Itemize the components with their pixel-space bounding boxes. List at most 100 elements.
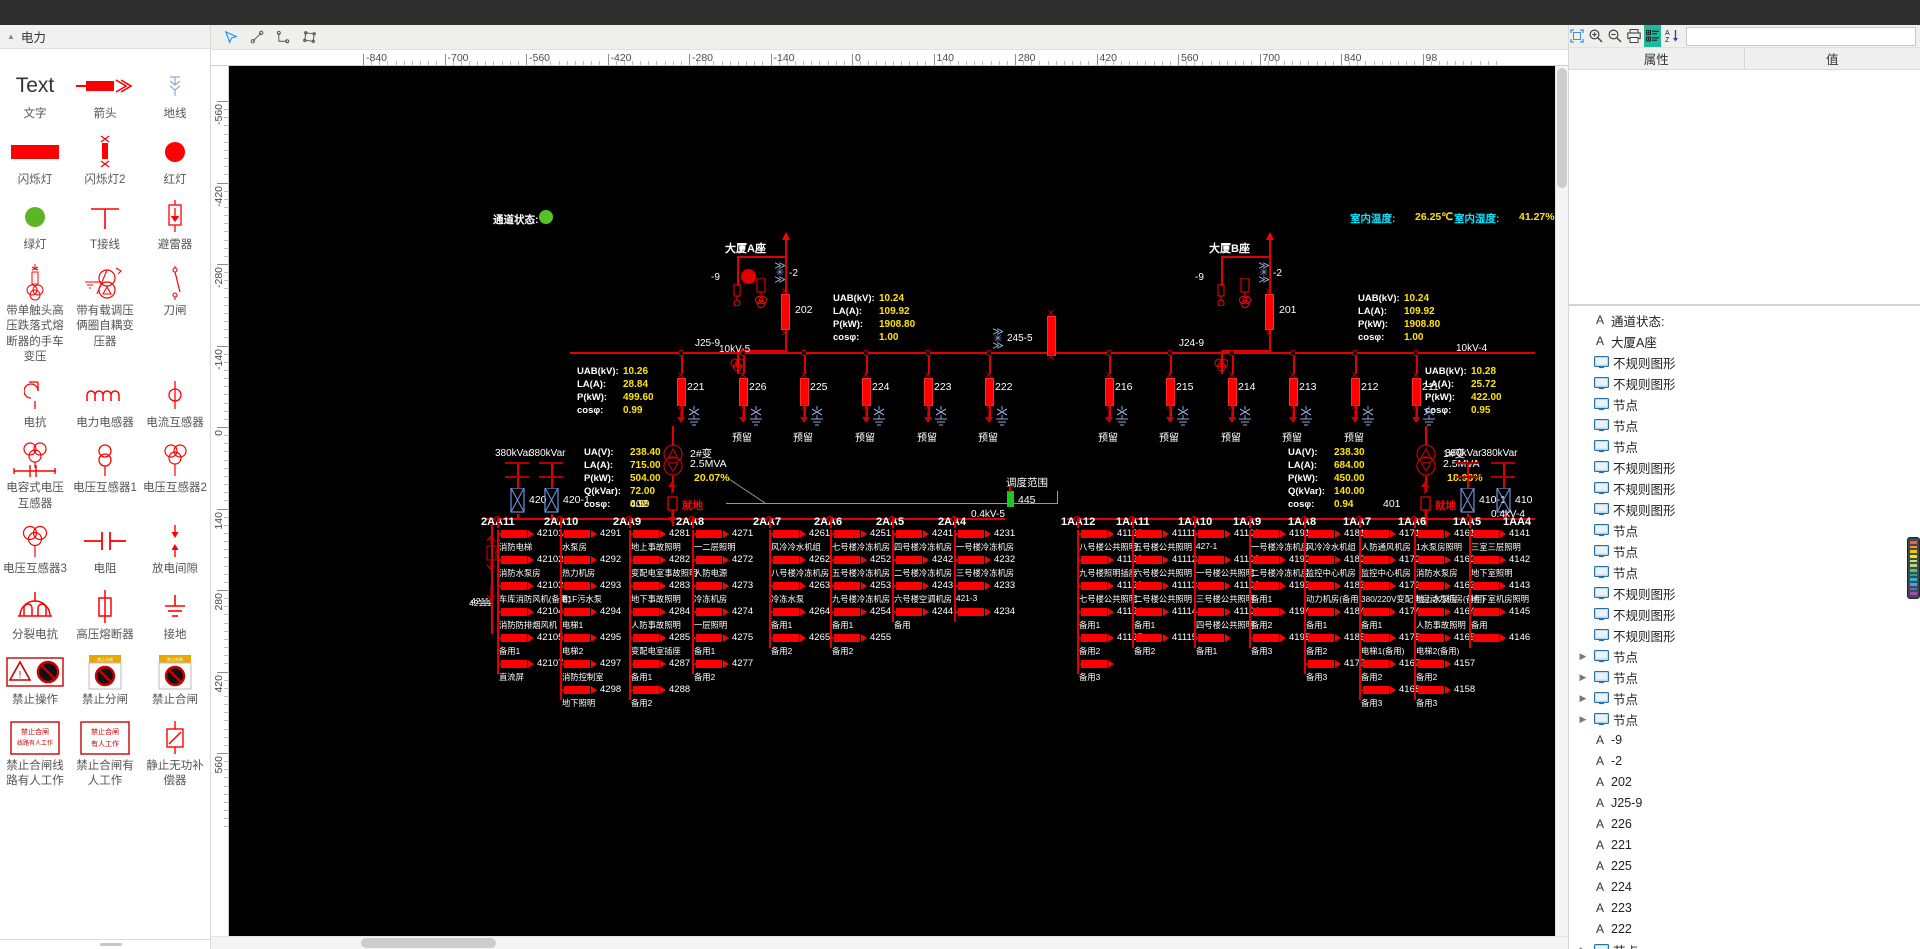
panel-breaker-block[interactable] <box>1081 634 1107 642</box>
palette-item-autotransformer[interactable]: 带有载调压俩圈自耦变压器 <box>70 258 140 370</box>
panel-breaker-block[interactable] <box>834 556 860 564</box>
panel-breaker-block[interactable] <box>564 686 590 694</box>
panel-breaker-block[interactable] <box>1308 608 1334 616</box>
palette-item-split-reactor[interactable]: 分裂电抗 <box>0 582 70 648</box>
tree-item[interactable]: A 223 <box>1569 898 1920 919</box>
canvas-vscroll-thumb[interactable] <box>1557 68 1567 188</box>
palette-item-spark-gap[interactable]: 放电间隙 <box>140 516 210 582</box>
panel-breaker-block[interactable] <box>773 556 799 564</box>
panel-breaker-block[interactable] <box>773 530 799 538</box>
panel-breaker-block[interactable] <box>1473 608 1499 616</box>
panel-breaker-block[interactable] <box>696 556 722 564</box>
panel-breaker-block[interactable] <box>1198 556 1224 564</box>
panel-breaker-block[interactable] <box>1418 686 1444 694</box>
panel-breaker-block[interactable] <box>564 556 590 564</box>
polygon-tool[interactable] <box>297 26 321 48</box>
panel-breaker-block[interactable] <box>1308 660 1334 668</box>
tree-item[interactable]: A 225 <box>1569 856 1920 877</box>
panel-breaker-block[interactable] <box>1136 608 1162 616</box>
tree-item[interactable]: ▶ 节点 <box>1569 688 1920 709</box>
panel-breaker-block[interactable] <box>1473 556 1499 564</box>
panel-breaker-block[interactable] <box>501 634 527 642</box>
panel-breaker-block[interactable] <box>773 634 799 642</box>
tree-item[interactable]: A -9 <box>1569 730 1920 751</box>
panel-breaker-block[interactable] <box>1363 608 1389 616</box>
panel-breaker-block[interactable] <box>1418 530 1444 538</box>
panel-breaker-block[interactable] <box>1363 660 1389 668</box>
tree-item[interactable]: 节点 <box>1569 520 1920 541</box>
panel-breaker-block[interactable] <box>564 582 590 590</box>
diagram-canvas[interactable]: 通道状态:室内温度:26.25℃室内湿度:41.27%大厦A座≫✳≫-2-9✕✕… <box>229 66 1555 936</box>
panel-breaker-block[interactable] <box>1136 530 1162 538</box>
panel-breaker-block[interactable] <box>1418 660 1444 668</box>
palette-item-surge-arrester[interactable]: 避雷器 <box>140 192 210 258</box>
panel-breaker-block[interactable] <box>501 608 527 616</box>
panel-breaker-block[interactable] <box>773 608 799 616</box>
palette-item-earth[interactable]: 接地 <box>140 582 210 648</box>
tree-item[interactable]: 不规则图形 <box>1569 625 1920 646</box>
panel-breaker-block[interactable] <box>501 660 527 668</box>
palette-item-voltage-transformer1[interactable]: 电压互感器1 <box>70 435 140 516</box>
panel-breaker-block[interactable] <box>1253 582 1279 590</box>
panel-breaker-block[interactable] <box>1308 582 1334 590</box>
panel-breaker-block[interactable] <box>564 634 590 642</box>
palette-item-no-operation-sign[interactable]: ! 禁止操作 <box>0 647 70 713</box>
panel-breaker-block[interactable] <box>1308 530 1334 538</box>
tree-item[interactable]: A 221 <box>1569 835 1920 856</box>
panel-breaker-block[interactable] <box>896 608 922 616</box>
palette-item-red-lamp[interactable]: 红灯 <box>140 127 210 193</box>
tree-item[interactable]: 不规则图形 <box>1569 478 1920 499</box>
incoming-breaker[interactable] <box>781 294 790 330</box>
print-button[interactable] <box>1626 25 1643 47</box>
palette-item-ground-wire[interactable]: 地线 <box>140 61 210 127</box>
palette-item-reactor[interactable]: 电抗 <box>0 370 70 436</box>
panel-breaker-block[interactable] <box>1308 634 1334 642</box>
palette-item-power-inductor[interactable]: 电力电感器 <box>70 370 140 436</box>
panel-breaker-block[interactable] <box>1253 556 1279 564</box>
panel-breaker-block[interactable] <box>1363 582 1389 590</box>
tree-item[interactable]: 节点 <box>1569 394 1920 415</box>
panel-breaker-block[interactable] <box>773 582 799 590</box>
panel-breaker-block[interactable] <box>1363 530 1389 538</box>
palette-item-t-connection[interactable]: T接线 <box>70 192 140 258</box>
palette-item-disconnector[interactable]: 刀闸 <box>140 258 210 370</box>
tree-item[interactable]: A 202 <box>1569 772 1920 793</box>
palette-item-capacitive-vt[interactable]: 电容式电压互感器 <box>0 435 70 516</box>
panel-breaker-block[interactable] <box>633 686 659 694</box>
palette-item-text[interactable]: Text 文字 <box>0 61 70 127</box>
canvas-hscroll-thumb[interactable] <box>361 938 496 948</box>
panel-breaker-block[interactable] <box>1198 582 1224 590</box>
panel-breaker-block[interactable] <box>633 660 659 668</box>
palette-item-voltage-transformer3[interactable]: 电压互感器3 <box>0 516 70 582</box>
panel-breaker-block[interactable] <box>633 530 659 538</box>
panel-breaker-block[interactable] <box>1363 634 1389 642</box>
categorize-button[interactable] <box>1644 25 1662 47</box>
object-tree[interactable]: A 通道状态: A 大厦A座 不规则图形 不规则图形 节点 节点 节点 不规则图形 不规则图形 不规则… <box>1569 306 1920 949</box>
panel-breaker-block[interactable] <box>1253 530 1279 538</box>
expand-arrow-icon[interactable]: ▶ <box>1575 693 1591 704</box>
panel-breaker-block[interactable] <box>1081 556 1107 564</box>
panel-breaker-block[interactable] <box>1473 634 1499 642</box>
expand-arrow-icon[interactable]: ▶ <box>1575 651 1591 662</box>
panel-breaker-block[interactable] <box>1473 530 1499 538</box>
palette-item-current-transformer[interactable]: 电流互感器 <box>140 370 210 436</box>
palette-item-hv-fuse[interactable]: 高压熔断器 <box>70 582 140 648</box>
panel-breaker-block[interactable] <box>1081 660 1107 668</box>
palette-item-no-close-work-sign[interactable]: 禁止合闸 有人工作 禁止合闸有人工作 <box>70 713 140 794</box>
tree-item[interactable]: A J25-9 <box>1569 793 1920 814</box>
panel-breaker-block[interactable] <box>958 556 984 564</box>
incoming-breaker[interactable] <box>1265 294 1274 330</box>
palette-hscroll[interactable] <box>0 939 210 949</box>
palette-item-no-open-sign[interactable]: 禁止分闸 禁止分闸 <box>70 647 140 713</box>
panel-breaker-block[interactable] <box>1418 582 1444 590</box>
tree-item[interactable]: 不规则图形 <box>1569 352 1920 373</box>
panel-breaker-block[interactable] <box>1198 530 1224 538</box>
panel-breaker-block[interactable] <box>1418 608 1444 616</box>
panel-breaker-block[interactable] <box>834 608 860 616</box>
collapse-caret-icon[interactable]: ▲ <box>7 32 15 41</box>
tree-item[interactable]: ▶ 节点 <box>1569 709 1920 730</box>
panel-breaker-block[interactable] <box>501 556 527 564</box>
canvas-vscrollbar[interactable] <box>1555 66 1568 936</box>
expand-arrow-icon[interactable]: ▶ <box>1575 672 1591 683</box>
polyline-tool[interactable] <box>271 26 295 48</box>
